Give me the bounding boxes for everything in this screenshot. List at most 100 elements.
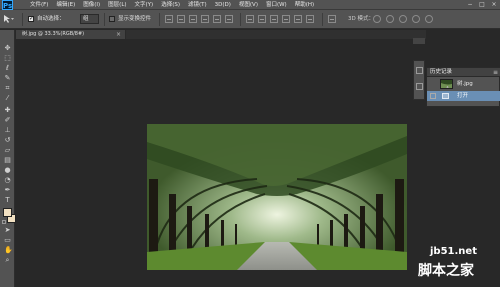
menu-select[interactable]: 选择(S) — [161, 0, 180, 10]
foreground-color-swatch[interactable] — [3, 208, 12, 217]
tools-panel: ✥ ⬚ ℓ ✎ ⌗ ⁄ ✚ ✐ ⊥ ↺ ▱ ▤ ● ◔ ✒ T ➤ ▭ ✋ ⌕ — [0, 30, 16, 287]
crop-tool[interactable]: ⌗ — [2, 84, 13, 93]
document-open-icon — [442, 93, 449, 99]
history-panel-title[interactable]: 历史记录 — [430, 68, 452, 77]
snapshot-thumbnail — [440, 79, 453, 89]
align-top-icon[interactable] — [165, 15, 173, 23]
align-left-icon[interactable] — [201, 15, 209, 23]
panel-menu-icon[interactable]: ≡ — [493, 68, 498, 77]
document-tab[interactable]: 树.jpg @ 33.3%(RGB/8#) × — [16, 30, 126, 39]
close-tab-icon[interactable]: × — [116, 30, 121, 39]
history-panel-icon[interactable] — [416, 67, 423, 74]
align-bottom-icon[interactable] — [189, 15, 197, 23]
shape-tool[interactable]: ▭ — [2, 236, 13, 245]
options-separator — [22, 13, 23, 26]
blur-tool[interactable]: ● — [2, 166, 13, 175]
type-icon: T — [5, 196, 10, 204]
menu-filter[interactable]: 滤镜(T) — [188, 0, 207, 10]
eraser-tool[interactable]: ▱ — [2, 146, 13, 155]
watermark-url: jb51.net — [430, 246, 477, 257]
collapsed-panels-strip — [413, 60, 425, 100]
3d-roll-icon[interactable] — [386, 15, 394, 23]
quick-select-icon: ✎ — [4, 74, 11, 82]
photoshop-logo: Ps — [2, 0, 13, 10]
menu-view[interactable]: 视图(V) — [239, 0, 258, 10]
document-image[interactable] — [147, 124, 407, 270]
marquee-tool[interactable]: ⬚ — [2, 54, 13, 63]
maximize-button[interactable]: □ — [478, 0, 486, 10]
options-bar: 自动选择： 组 显示变换控件 3D 模式： — [0, 10, 500, 29]
menu-type[interactable]: 文字(Y) — [135, 0, 154, 10]
menu-bar: Ps 文件(F) 编辑(E) 图像(I) 图层(L) 文字(Y) 选择(S) 滤… — [0, 0, 500, 10]
zoom-tool[interactable]: ⌕ — [2, 256, 13, 265]
auto-align-buttons — [328, 15, 336, 24]
eyedropper-tool[interactable]: ⁄ — [2, 94, 13, 103]
brush-tool[interactable]: ✐ — [2, 116, 13, 125]
minimize-button[interactable]: − — [466, 0, 474, 10]
history-brush-source-icon[interactable] — [430, 93, 436, 99]
close-button[interactable]: × — [490, 0, 498, 10]
hand-tool[interactable]: ✋ — [2, 246, 13, 255]
distribute-vcenter-icon[interactable] — [258, 15, 266, 23]
menu-image[interactable]: 图像(I) — [83, 0, 100, 10]
distribute-left-icon[interactable] — [282, 15, 290, 23]
lasso-tool[interactable]: ℓ — [2, 64, 13, 73]
type-tool[interactable]: T — [2, 196, 13, 205]
distribute-top-icon[interactable] — [246, 15, 254, 23]
3d-mode-label: 3D 模式： — [348, 16, 374, 22]
3d-rotate-icon[interactable] — [373, 15, 381, 23]
show-transform-label: 显示变换控件 — [118, 16, 152, 22]
gradient-tool[interactable]: ▤ — [2, 156, 13, 165]
align-right-icon[interactable] — [225, 15, 233, 23]
options-separator — [159, 13, 160, 26]
snapshot-thumbnail-image — [441, 80, 452, 88]
align-hcenter-icon[interactable] — [213, 15, 221, 23]
lasso-icon: ℓ — [6, 64, 9, 72]
move-tool[interactable]: ✥ — [2, 44, 13, 53]
quick-select-tool[interactable]: ✎ — [2, 74, 13, 83]
pen-tool[interactable]: ✒ — [2, 186, 13, 195]
options-separator — [104, 13, 105, 26]
auto-select-label: 自动选择： — [37, 16, 65, 22]
options-separator — [322, 13, 323, 26]
menu-3d[interactable]: 3D(D) — [215, 0, 231, 10]
history-snapshot[interactable]: 树.jpg — [427, 78, 500, 90]
move-tool-preset[interactable] — [3, 14, 19, 24]
stamp-tool[interactable]: ⊥ — [2, 126, 13, 135]
document-tab-title: 树.jpg @ 33.3%(RGB/8#) — [22, 31, 85, 37]
distribute-buttons — [246, 15, 314, 24]
distribute-right-icon[interactable] — [306, 15, 314, 23]
menu-edit[interactable]: 编辑(E) — [56, 0, 75, 10]
snapshot-label: 树.jpg — [457, 81, 473, 87]
move-icon: ✥ — [4, 44, 11, 52]
menu-file[interactable]: 文件(F) — [30, 0, 48, 10]
auto-select-dropdown[interactable]: 组 — [80, 14, 99, 24]
3d-pan-icon[interactable] — [399, 15, 407, 23]
path-select-tool[interactable]: ➤ — [2, 226, 13, 235]
brush-icon: ✐ — [4, 116, 11, 124]
dodge-tool[interactable]: ◔ — [2, 176, 13, 185]
history-brush-tool[interactable]: ↺ — [2, 136, 13, 145]
menu-items: 文件(F) 编辑(E) 图像(I) 图层(L) 文字(Y) 选择(S) 滤镜(T… — [30, 0, 322, 10]
menu-window[interactable]: 窗口(W) — [266, 0, 287, 10]
auto-align-icon[interactable] — [328, 15, 336, 23]
distribute-bottom-icon[interactable] — [270, 15, 278, 23]
align-vcenter-icon[interactable] — [177, 15, 185, 23]
show-transform-checkbox[interactable] — [109, 16, 115, 22]
gradient-icon: ▤ — [4, 156, 11, 164]
stamp-icon: ⊥ — [4, 126, 11, 134]
default-colors-icon[interactable] — [2, 220, 6, 224]
menu-help[interactable]: 帮助(H) — [295, 0, 314, 10]
history-state-label: 打开 — [457, 93, 469, 99]
3d-slide-icon[interactable] — [412, 15, 420, 23]
3d-scale-icon[interactable] — [425, 15, 433, 23]
distribute-hcenter-icon[interactable] — [294, 15, 302, 23]
properties-panel-icon[interactable] — [416, 83, 423, 90]
menu-layer[interactable]: 图层(L) — [108, 0, 126, 10]
document-tab-bar: 树.jpg @ 33.3%(RGB/8#) × — [16, 30, 426, 39]
options-separator — [240, 13, 241, 26]
auto-select-checkbox[interactable] — [28, 15, 34, 22]
healing-tool[interactable]: ✚ — [2, 106, 13, 115]
panel-collapse-bar[interactable] — [413, 38, 425, 44]
history-state-open[interactable]: 打开 — [427, 91, 500, 101]
